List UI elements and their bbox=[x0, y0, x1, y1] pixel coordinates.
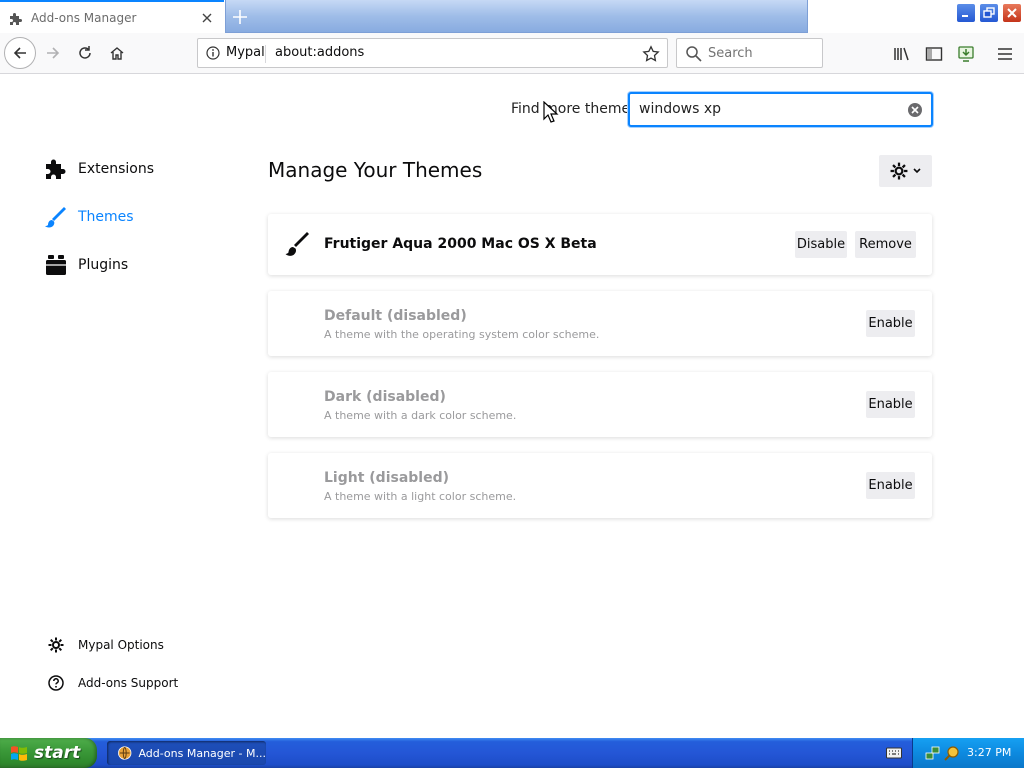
search-bar[interactable]: Search bbox=[676, 38, 823, 68]
system-tray: 3:27 PM bbox=[912, 738, 1024, 768]
puzzle-icon bbox=[44, 157, 68, 181]
clock: 3:27 PM bbox=[967, 746, 1012, 759]
footer-link-label: Mypal Options bbox=[78, 638, 164, 652]
close-icon[interactable] bbox=[200, 11, 214, 25]
url-bar[interactable]: Mypal about:addons bbox=[197, 38, 668, 68]
network-icon[interactable] bbox=[925, 745, 941, 761]
url-text[interactable]: about:addons bbox=[275, 45, 364, 60]
category-label: Extensions bbox=[78, 161, 155, 177]
library-button[interactable] bbox=[892, 44, 912, 64]
gear-icon bbox=[48, 637, 64, 653]
start-label: start bbox=[34, 743, 81, 763]
search-placeholder: Search bbox=[708, 46, 753, 61]
minimize-button[interactable] bbox=[956, 3, 976, 23]
forward-button[interactable] bbox=[37, 37, 69, 69]
keyboard-icon[interactable] bbox=[886, 746, 902, 760]
brush-icon bbox=[44, 205, 68, 229]
tab-title: Add-ons Manager bbox=[31, 11, 137, 25]
extension-button[interactable] bbox=[956, 44, 976, 64]
search-icon bbox=[686, 46, 702, 62]
theme-card-frutiger[interactable]: Frutiger Aqua 2000 Mac OS X Beta Disable… bbox=[268, 214, 932, 275]
theme-card-dark[interactable]: Dark (disabled) A theme with a dark colo… bbox=[268, 372, 932, 437]
star-icon[interactable] bbox=[642, 45, 660, 63]
home-button[interactable] bbox=[101, 37, 133, 69]
category-label: Plugins bbox=[78, 257, 129, 273]
category-extensions[interactable]: Extensions bbox=[44, 154, 154, 184]
find-more-label: Find more themes bbox=[511, 101, 638, 117]
addons-manager-page: Find more themes Extensions Themes Plugi… bbox=[0, 75, 1024, 738]
browser-app-icon bbox=[118, 746, 132, 760]
theme-card-default[interactable]: Default (disabled) A theme with the oper… bbox=[268, 291, 932, 356]
page-title: Manage Your Themes bbox=[268, 158, 483, 182]
restore-button[interactable] bbox=[979, 3, 999, 23]
find-themes-search[interactable] bbox=[628, 92, 933, 127]
reload-icon bbox=[79, 46, 91, 59]
footer-link-label: Add-ons Support bbox=[78, 676, 179, 690]
tools-menu-button[interactable] bbox=[879, 155, 932, 187]
theme-description: A theme with the operating system color … bbox=[324, 328, 600, 341]
disable-button[interactable]: Disable bbox=[795, 231, 847, 258]
theme-card-light[interactable]: Light (disabled) A theme with a light co… bbox=[268, 453, 932, 518]
taskbar-item-addons-manager[interactable]: Add-ons Manager - M... bbox=[107, 741, 266, 765]
theme-name: Frutiger Aqua 2000 Mac OS X Beta bbox=[324, 236, 597, 252]
remove-button[interactable]: Remove bbox=[855, 231, 916, 258]
arrow-right-icon bbox=[47, 47, 60, 59]
hamburger-icon bbox=[998, 48, 1012, 60]
brush-icon bbox=[285, 232, 309, 256]
windows-logo-icon bbox=[11, 746, 27, 761]
puzzle-icon bbox=[10, 13, 22, 25]
theme-description: A theme with a light color scheme. bbox=[324, 490, 517, 503]
taskbar: start Add-ons Manager - M... 3:27 PM bbox=[0, 738, 1024, 768]
theme-name: Dark (disabled) bbox=[324, 389, 446, 405]
sidebar-button[interactable] bbox=[924, 44, 944, 64]
tab-addons-manager[interactable]: Add-ons Manager bbox=[0, 0, 224, 33]
reload-button[interactable] bbox=[69, 37, 101, 69]
navigation-toolbar: Mypal about:addons Search bbox=[0, 33, 1024, 74]
clear-icon[interactable] bbox=[907, 102, 923, 118]
taskbar-item-label: Add-ons Manager - M... bbox=[138, 746, 266, 760]
enable-button[interactable]: Enable bbox=[866, 310, 915, 337]
enable-button[interactable]: Enable bbox=[866, 472, 915, 499]
category-label: Themes bbox=[78, 209, 134, 225]
site-identity-label: Mypal bbox=[226, 45, 265, 60]
theme-name: Default (disabled) bbox=[324, 308, 467, 324]
category-plugins[interactable]: Plugins bbox=[44, 250, 128, 280]
download-monitor-icon bbox=[958, 46, 974, 62]
category-themes[interactable]: Themes bbox=[44, 202, 134, 232]
mypal-options-link[interactable]: Mypal Options bbox=[48, 635, 164, 655]
theme-name: Light (disabled) bbox=[324, 470, 450, 486]
mouse-cursor-icon bbox=[543, 101, 559, 123]
help-icon bbox=[48, 675, 64, 691]
urlbar-separator bbox=[265, 45, 266, 63]
close-window-button[interactable] bbox=[1002, 3, 1022, 23]
tab-strip-background bbox=[225, 0, 808, 33]
back-button[interactable] bbox=[4, 37, 36, 69]
start-button[interactable]: start bbox=[0, 738, 97, 768]
info-icon[interactable] bbox=[206, 46, 220, 60]
enable-button[interactable]: Enable bbox=[866, 391, 915, 418]
library-icon bbox=[894, 47, 909, 61]
find-themes-input[interactable] bbox=[639, 101, 899, 117]
tab-strip: Add-ons Manager bbox=[0, 0, 1024, 33]
plugin-icon bbox=[44, 253, 68, 277]
home-icon bbox=[110, 47, 124, 60]
sidebar-icon bbox=[925, 47, 943, 61]
arrow-left-icon bbox=[13, 47, 26, 59]
theme-description: A theme with a dark color scheme. bbox=[324, 409, 517, 422]
menu-button[interactable] bbox=[995, 44, 1015, 64]
chevron-down-icon bbox=[912, 168, 921, 174]
addons-support-link[interactable]: Add-ons Support bbox=[48, 673, 178, 693]
new-tab-button[interactable] bbox=[230, 7, 250, 27]
magnifier-icon[interactable] bbox=[944, 745, 960, 761]
gear-icon bbox=[890, 162, 907, 180]
